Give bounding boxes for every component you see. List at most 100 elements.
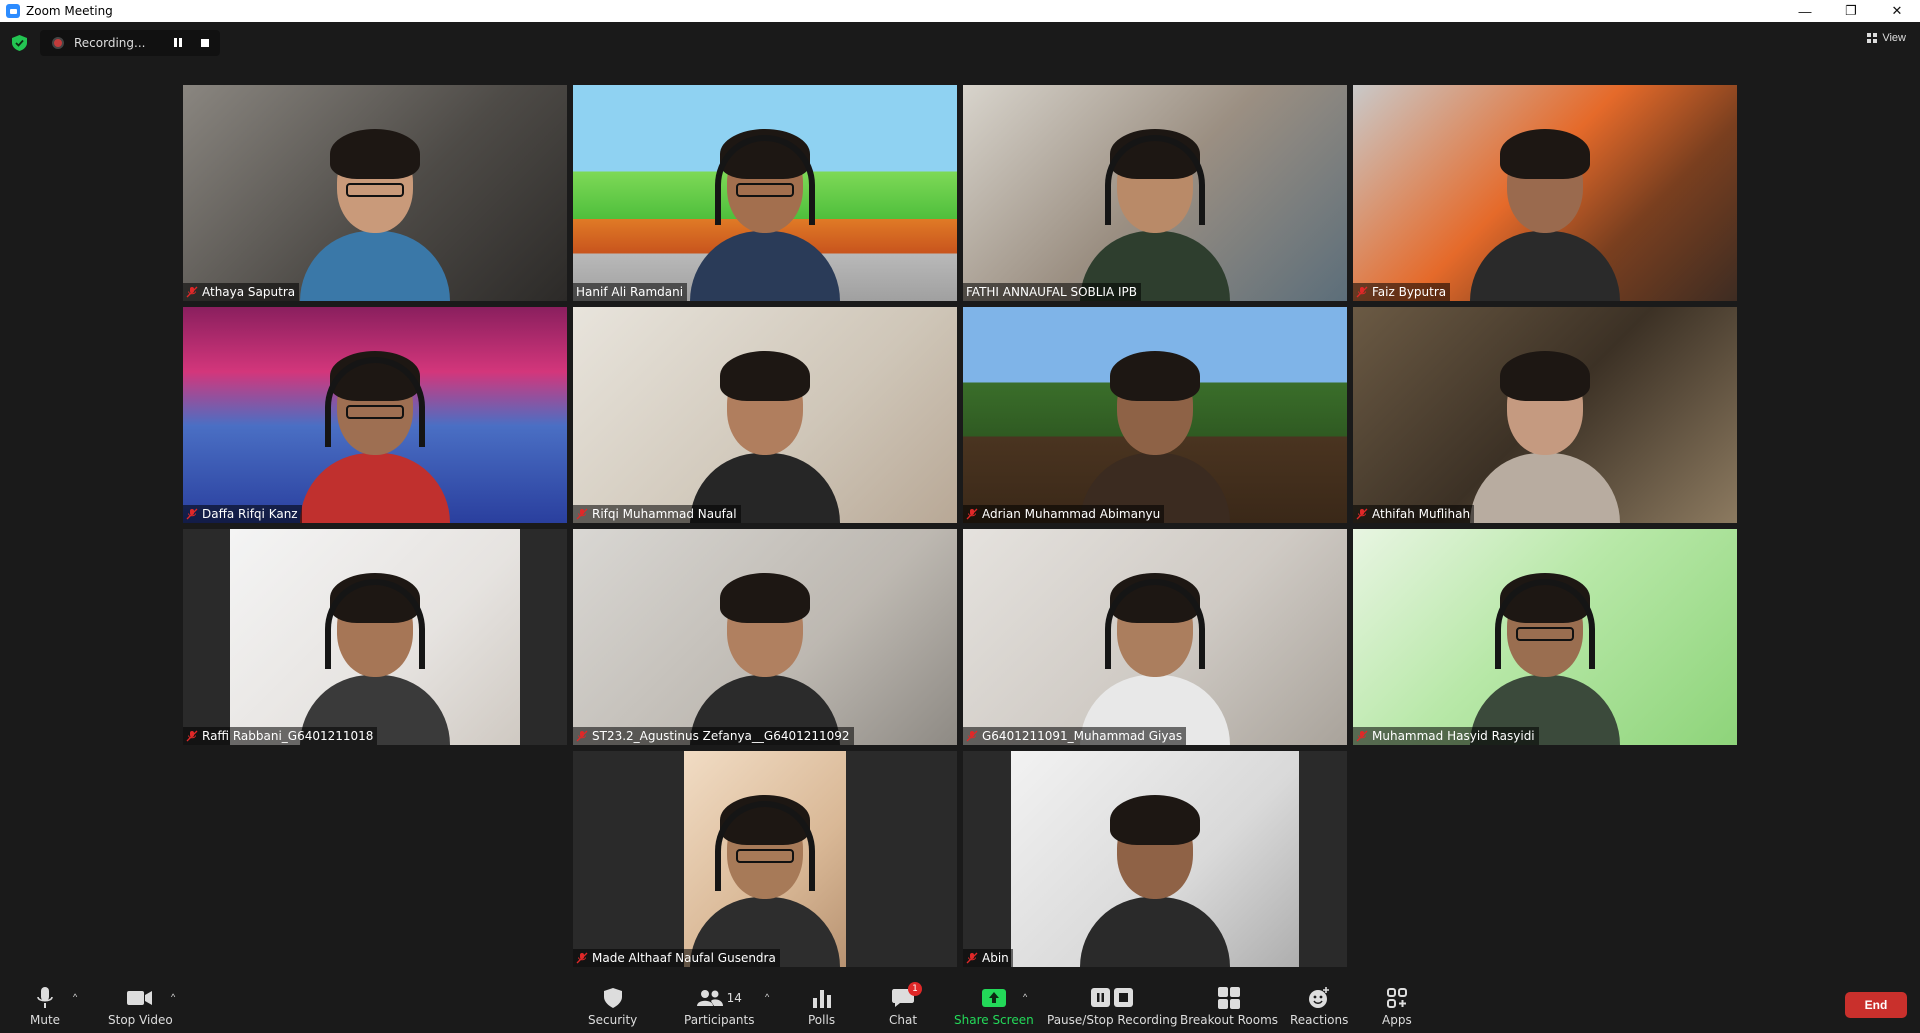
chat-button[interactable]: 1 Chat [889,982,923,1027]
apps-icon [1386,986,1408,1010]
close-button[interactable]: ✕ [1874,0,1920,22]
mic-off-icon [576,952,592,964]
participant-nameplate: Hanif Ali Ramdani [573,283,688,301]
security-label: Security [588,1013,638,1027]
participant-video-tile[interactable]: FATHI ANNAUFAL SOBLIA IPB [963,85,1347,301]
chat-label: Chat [889,1013,918,1027]
pause-stop-recording-label: Pause/Stop Recording [1047,1013,1178,1027]
minimize-button[interactable]: — [1782,0,1828,22]
polls-button[interactable]: Polls [808,986,835,1027]
participant-name: ST23.2_Agustinus Zefanya__G6401211092 [592,729,850,743]
participant-nameplate: Rifqi Muhammad Naufal [573,505,741,523]
participant-video-tile[interactable]: Made Althaaf Naufal Gusendra [573,751,957,967]
participant-video-tile[interactable]: Muhammad Hasyid Rasyidi [1353,529,1737,745]
mic-off-icon [576,730,592,742]
window-controls: — ❐ ✕ [1782,0,1920,22]
zoom-logo-icon [6,4,20,18]
participant-video-tile[interactable]: Daffa Rifqi Kanz [183,307,567,523]
reactions-icon [1308,986,1330,1010]
stop-icon[interactable] [201,39,209,47]
mic-off-icon [1356,508,1372,520]
polls-label: Polls [808,1013,836,1027]
participant-video-tile[interactable]: Hanif Ali Ramdani [573,85,957,301]
participant-name: Raffi Rabbani_G6401211018 [202,729,374,743]
view-grid-icon [1867,33,1878,43]
chat-badge: 1 [908,982,923,996]
participant-nameplate: Muhammad Hasyid Rasyidi [1353,727,1539,745]
participant-video-figure [300,565,450,745]
breakout-rooms-label: Breakout Rooms [1180,1013,1279,1027]
participant-video-tile[interactable]: Rifqi Muhammad Naufal [573,307,957,523]
breakout-rooms-icon [1218,986,1241,1010]
mic-off-icon [966,508,982,520]
restore-button[interactable]: ❐ [1828,0,1874,22]
pause-icon[interactable] [174,38,184,48]
mute-label: Mute [30,1013,61,1027]
participants-button[interactable]: 14 Participants [684,986,755,1027]
mute-options-caret[interactable]: ^ [73,992,77,1002]
reactions-button[interactable]: Reactions [1290,986,1348,1027]
participant-name: Muhammad Hasyid Rasyidi [1372,729,1535,743]
share-screen-options-caret[interactable]: ^ [1023,992,1027,1002]
participant-name: Abin [982,951,1009,965]
recording-label: Recording... [74,36,146,50]
window-title-bar: Zoom Meeting — ❐ ✕ [0,0,1920,22]
reactions-label: Reactions [1290,1013,1349,1027]
participant-nameplate: FATHI ANNAUFAL SOBLIA IPB [963,283,1141,301]
participant-name: Athaya Saputra [202,285,296,299]
participant-nameplate: ST23.2_Agustinus Zefanya__G6401211092 [573,727,854,745]
participant-video-tile[interactable]: Raffi Rabbani_G6401211018 [183,529,567,745]
participant-video-tile[interactable]: Adrian Muhammad Abimanyu [963,307,1347,523]
recording-indicator: Recording... [40,30,220,56]
participant-video-tile[interactable]: G6401211091_Muhammad Giyas [963,529,1347,745]
participant-video-figure [690,121,840,301]
view-button[interactable]: View [1867,32,1906,44]
participant-video-figure [1080,565,1230,745]
participant-nameplate: Raffi Rabbani_G6401211018 [183,727,378,745]
mute-button[interactable]: Mute [30,986,60,1027]
polls-icon [812,986,832,1010]
participant-nameplate: Faiz Byputra [1353,283,1451,301]
participant-name: Faiz Byputra [1372,285,1447,299]
video-options-caret[interactable]: ^ [171,992,175,1002]
stop-video-button[interactable]: Stop Video [108,986,173,1027]
participant-video-figure [690,565,840,745]
meeting-toolbar: Mute ^ Stop Video ^ Security 14 Particip… [0,980,1920,1033]
share-screen-button[interactable]: Share Screen [954,986,1034,1027]
end-meeting-button[interactable]: End [1845,992,1907,1018]
pause-stop-recording-icon [1091,986,1134,1010]
breakout-rooms-button[interactable]: Breakout Rooms [1180,986,1278,1027]
participant-video-tile[interactable]: ST23.2_Agustinus Zefanya__G6401211092 [573,529,957,745]
shield-icon[interactable] [12,35,27,51]
participant-video-tile[interactable]: Abin [963,751,1347,967]
mic-off-icon [966,730,982,742]
share-screen-label: Share Screen [954,1013,1034,1027]
security-button[interactable]: Security [588,986,637,1027]
record-icon [52,37,64,49]
participant-video-tile[interactable]: Faiz Byputra [1353,85,1737,301]
mic-off-icon [186,730,202,742]
participant-nameplate: Athaya Saputra [183,283,300,301]
participant-name: Athifah Muflihah [1372,507,1471,521]
video-camera-icon [127,986,153,1010]
apps-label: Apps [1382,1013,1412,1027]
mic-off-icon [576,508,592,520]
mic-off-icon [186,508,202,520]
apps-button[interactable]: Apps [1382,986,1412,1027]
window-title: Zoom Meeting [26,4,113,18]
participant-video-tile[interactable]: Athifah Muflihah [1353,307,1737,523]
participant-video-figure [1470,121,1620,301]
participant-name: Rifqi Muhammad Naufal [592,507,737,521]
participant-video-figure [690,343,840,523]
participants-icon: 14 [696,986,742,1010]
participant-video-figure [1470,343,1620,523]
participant-nameplate: Made Althaaf Naufal Gusendra [573,949,780,967]
chat-icon: 1 [892,982,923,1010]
stop-video-label: Stop Video [108,1013,173,1027]
participant-nameplate: Athifah Muflihah [1353,505,1475,523]
participant-video-tile[interactable]: Athaya Saputra [183,85,567,301]
participants-options-caret[interactable]: ^ [765,992,769,1002]
participant-name: FATHI ANNAUFAL SOBLIA IPB [966,285,1137,299]
pause-stop-recording-button[interactable]: Pause/Stop Recording [1047,986,1177,1027]
microphone-icon [37,986,53,1010]
